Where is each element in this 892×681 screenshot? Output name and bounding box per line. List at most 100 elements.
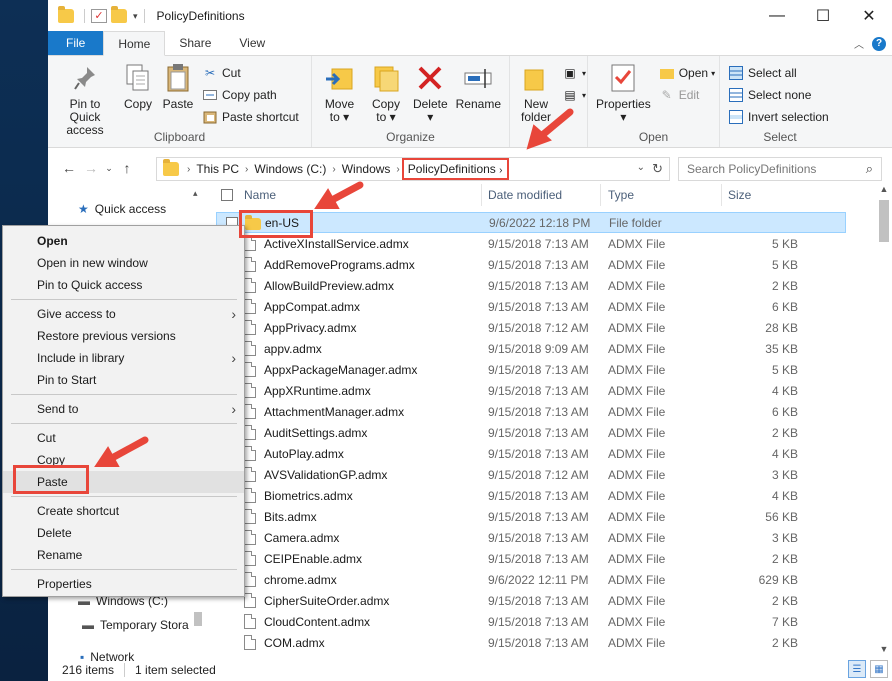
invert-selection-button[interactable]: Invert selection xyxy=(724,106,833,128)
chevron-right-icon[interactable]: › xyxy=(394,164,401,175)
file-date-modified: 9/15/2018 7:13 AM xyxy=(488,383,589,398)
menu-item-rename[interactable]: Rename xyxy=(3,544,244,566)
qat-dropdown-icon[interactable]: ▾ xyxy=(133,11,138,22)
menu-item-pin-quick-access[interactable]: Pin to Quick access xyxy=(3,274,244,296)
table-row[interactable]: AllowBuildPreview.admx 9/15/2018 7:13 AM A… xyxy=(216,275,846,296)
column-date-modified[interactable]: Date modified xyxy=(488,188,562,202)
menu-item-send-to[interactable]: Send to › xyxy=(3,398,244,420)
menu-item-cut[interactable]: Cut xyxy=(3,427,244,449)
table-row[interactable]: chrome.admx 9/6/2022 12:11 PM ADMX File 629… xyxy=(216,569,846,590)
close-button[interactable]: ✕ xyxy=(846,0,892,32)
file-date-modified: 9/6/2022 12:11 PM xyxy=(488,572,589,587)
refresh-icon[interactable]: ↻ xyxy=(652,161,663,177)
address-bar[interactable]: › This PC › Windows (C:) › Windows › Pol… xyxy=(156,157,670,181)
table-row[interactable]: AddRemovePrograms.admx 9/15/2018 7:13 AM A… xyxy=(216,254,846,275)
cut-button[interactable]: ✂ Cut xyxy=(198,62,303,84)
easy-access-button[interactable]: ▤ ▾ xyxy=(558,84,590,106)
column-headers: Name Date modified Type Size xyxy=(216,182,876,208)
new-folder-qat-icon[interactable] xyxy=(111,6,127,23)
chevron-right-icon[interactable]: › xyxy=(185,164,192,175)
column-divider[interactable] xyxy=(600,184,601,206)
select-none-button[interactable]: Select none xyxy=(724,84,833,106)
menu-item-delete[interactable]: Delete xyxy=(3,522,244,544)
give-access-label: Give access to xyxy=(37,307,116,321)
table-row[interactable]: CloudContent.admx 9/15/2018 7:13 AM ADMX F… xyxy=(216,611,846,632)
menu-item-open-new-window[interactable]: Open in new window xyxy=(3,252,244,274)
nav-scroll-thumb[interactable] xyxy=(194,612,202,626)
column-divider[interactable] xyxy=(481,184,482,206)
scroll-up-icon[interactable]: ▲ xyxy=(876,184,892,194)
breadcrumb-windows[interactable]: Windows xyxy=(338,162,395,176)
chevron-right-icon[interactable]: › xyxy=(243,164,250,175)
file-list-scrollbar[interactable]: ▲ ▼ xyxy=(876,182,892,658)
file-icon xyxy=(244,425,256,440)
up-arrow-icon[interactable]: ↑ xyxy=(116,160,138,176)
chevron-right-icon[interactable]: › xyxy=(330,164,337,175)
properties-check-icon[interactable]: ✓ xyxy=(91,9,107,23)
breadcrumb-this-pc[interactable]: This PC xyxy=(192,162,243,176)
file-list-scroll-thumb[interactable] xyxy=(879,200,889,242)
tab-view[interactable]: View xyxy=(225,31,279,55)
recent-locations-chevron-icon[interactable]: ⌄ xyxy=(102,163,116,174)
open-button[interactable]: Open ▾ xyxy=(655,62,719,84)
collapse-ribbon-icon[interactable]: ︿ xyxy=(854,36,864,51)
nav-temporary-storage[interactable]: ▬ Temporary Stora xyxy=(82,618,189,632)
table-row[interactable]: AppxPackageManager.admx 9/15/2018 7:13 AM… xyxy=(216,359,846,380)
table-row[interactable]: AttachmentManager.admx 9/15/2018 7:13 AM A… xyxy=(216,401,846,422)
file-date-modified: 9/15/2018 7:12 AM xyxy=(488,467,589,482)
tab-file[interactable]: File xyxy=(48,31,104,55)
new-item-button[interactable]: ▣ ▾ xyxy=(558,62,590,84)
file-type: ADMX File xyxy=(608,572,666,587)
menu-item-restore-previous[interactable]: Restore previous versions xyxy=(3,325,244,347)
table-row[interactable]: AuditSettings.admx 9/15/2018 7:13 AM ADMX … xyxy=(216,422,846,443)
table-row[interactable]: Bits.admx 9/15/2018 7:13 AM ADMX File 56 KB xyxy=(216,506,846,527)
table-row[interactable]: AVSValidationGP.admx 9/15/2018 7:12 AM ADM… xyxy=(216,464,846,485)
menu-item-give-access[interactable]: Give access to › xyxy=(3,303,244,325)
file-date-modified: 9/15/2018 7:13 AM xyxy=(488,593,589,608)
table-row[interactable]: Camera.admx 9/15/2018 7:13 AM ADMX File 3 K… xyxy=(216,527,846,548)
search-input[interactable]: Search PolicyDefinitions ⌕ xyxy=(678,157,882,181)
table-row[interactable]: AppCompat.admx 9/15/2018 7:13 AM ADMX File… xyxy=(216,296,846,317)
minimize-button[interactable]: — xyxy=(754,0,800,32)
back-arrow-icon[interactable]: ← xyxy=(58,160,80,176)
file-type: ADMX File xyxy=(608,488,666,503)
table-row[interactable]: CEIPEnable.admx 9/15/2018 7:13 AM ADMX Fil… xyxy=(216,548,846,569)
help-icon[interactable]: ? xyxy=(872,36,886,51)
table-row[interactable]: Biometrics.admx 9/15/2018 7:13 AM ADMX Fil… xyxy=(216,485,846,506)
menu-item-pin-start[interactable]: Pin to Start xyxy=(3,369,244,391)
table-row[interactable]: AppXRuntime.admx 9/15/2018 7:13 AM ADMX Fi… xyxy=(216,380,846,401)
rename-label: Rename xyxy=(455,97,501,111)
tab-share[interactable]: Share xyxy=(165,31,225,55)
menu-item-include-library[interactable]: Include in library › xyxy=(3,347,244,369)
menu-item-properties[interactable]: Properties xyxy=(3,573,244,595)
forward-arrow-icon[interactable]: → xyxy=(80,160,102,176)
maximize-button[interactable]: ☐ xyxy=(800,0,846,32)
column-divider[interactable] xyxy=(721,184,722,206)
edit-button[interactable]: ✎ Edit xyxy=(655,84,719,106)
breadcrumb-windows-c[interactable]: Windows (C:) xyxy=(250,162,330,176)
table-row[interactable]: CipherSuiteOrder.admx 9/15/2018 7:13 AM AD… xyxy=(216,590,846,611)
details-view-icon[interactable]: ☰ xyxy=(848,660,866,678)
menu-item-create-shortcut[interactable]: Create shortcut xyxy=(3,500,244,522)
nav-quick-access[interactable]: ★ Quick access xyxy=(78,202,166,216)
breadcrumb-policydefinitions[interactable]: PolicyDefinitions › xyxy=(401,158,509,180)
scroll-down-icon[interactable]: ▼ xyxy=(876,644,892,654)
table-row[interactable]: AppPrivacy.admx 9/15/2018 7:12 AM ADMX Fil… xyxy=(216,317,846,338)
ribbon: Pin to Quick access Copy Paste ✂ Cut Copy… xyxy=(48,56,892,148)
table-row[interactable]: COM.admx 9/15/2018 7:13 AM ADMX File 2 KB xyxy=(216,632,846,653)
column-type[interactable]: Type xyxy=(608,188,634,202)
scroll-up-icon[interactable]: ▴ xyxy=(193,188,198,199)
select-all-checkbox[interactable] xyxy=(221,189,233,201)
tab-home[interactable]: Home xyxy=(103,31,166,56)
paste-shortcut-button[interactable]: Paste shortcut xyxy=(198,106,303,128)
address-dropdown-icon[interactable]: ⌄ xyxy=(637,162,645,173)
menu-item-open[interactable]: Open xyxy=(3,230,244,252)
column-size[interactable]: Size xyxy=(728,188,751,202)
select-all-button[interactable]: Select all xyxy=(724,62,833,84)
table-row[interactable]: appv.admx 9/15/2018 9:09 AM ADMX File 35 KB xyxy=(216,338,846,359)
table-row[interactable]: AutoPlay.admx 9/15/2018 7:13 AM ADMX File 4… xyxy=(216,443,846,464)
column-name[interactable]: Name xyxy=(244,188,276,202)
large-icons-view-icon[interactable]: ▦ xyxy=(870,660,888,678)
copy-path-button[interactable]: Copy path xyxy=(198,84,303,106)
new-folder-button[interactable]: New folder xyxy=(514,60,558,147)
